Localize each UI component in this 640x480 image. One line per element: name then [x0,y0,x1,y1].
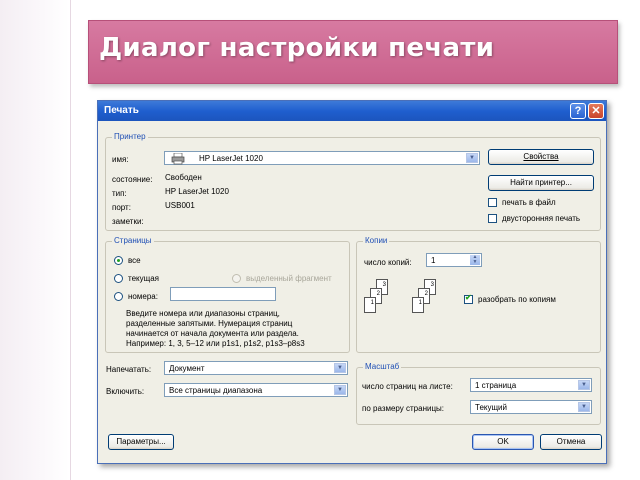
pages-per-sheet-value: 1 страница [475,381,517,390]
pages-numbers-label[interactable]: номера: [128,292,158,301]
pages-current-radio[interactable] [114,274,123,283]
chevron-down-icon[interactable]: ▼ [466,153,478,163]
spinner-arrows-icon[interactable]: ▲ ▼ [470,255,480,265]
pages-help-line-2: разделенные запятыми. Нумерация страниц [126,319,293,328]
chevron-down-icon[interactable]: ▼ [334,385,346,395]
ok-button-label: OK [497,437,509,446]
slide-title-box: Диалог настройки печати [88,20,618,84]
pages-group-legend: Страницы [112,236,154,245]
chevron-down-icon[interactable]: ▼ [334,363,346,373]
collate-sheet-1: 1 [364,297,376,313]
collate-sheet-1b: 1 [412,297,424,313]
scale-to-value: Текущий [475,403,507,412]
printer-port-value: USB001 [165,201,195,210]
zoom-group: Масштаб [356,362,601,425]
pages-help-line-1: Введите номера или диапазоны страниц, [126,309,280,318]
pages-current-label[interactable]: текущая [128,274,159,283]
print-to-file-label[interactable]: печать в файл [502,198,556,207]
properties-button-label: Свойства [523,152,559,161]
find-printer-button-label: Найти принтер... [510,178,572,187]
include-value: Все страницы диапазона [169,386,263,395]
printer-type-label: тип: [112,189,127,198]
printer-status-value: Свободен [165,173,202,182]
print-to-file-checkbox[interactable] [488,198,497,207]
pages-all-label[interactable]: все [128,256,141,265]
copies-count-value: 1 [431,256,436,265]
pages-selection-label[interactable]: выделенный фрагмент [246,274,332,283]
copies-group-legend: Копии [363,236,390,245]
printer-notes-label: заметки: [112,217,144,226]
scale-to-combo[interactable]: Текущий ▼ [470,400,592,414]
chevron-down-icon[interactable]: ▼ [578,380,590,390]
options-button[interactable]: Параметры... [108,434,174,450]
printer-name-combo[interactable]: HP LaserJet 1020 ▼ [164,151,480,165]
properties-button[interactable]: Свойства [488,149,594,165]
slide-left-decoration [0,0,70,480]
print-what-combo[interactable]: Документ ▼ [164,361,348,375]
dialog-titlebar[interactable]: Печать ? ✕ [98,101,606,121]
copies-count-label: число копий: [364,258,412,267]
cancel-button[interactable]: Отмена [540,434,602,450]
dialog-title: Печать [104,105,139,116]
cancel-button-label: Отмена [556,437,586,446]
close-button[interactable]: ✕ [588,103,604,119]
printer-port-label: порт: [112,203,131,212]
scale-to-label: по размеру страницы: [362,404,445,413]
options-button-label: Параметры... [116,437,166,446]
slide-title: Диалог настройки печати [99,33,495,63]
zoom-group-legend: Масштаб [363,362,402,371]
pages-per-sheet-label: число страниц на листе: [362,382,453,391]
copies-count-spinner[interactable]: 1 ▲ ▼ [426,253,482,267]
pages-help-line-3: начинается от начала документа или разде… [126,329,299,338]
chevron-down-icon[interactable]: ▼ [578,402,590,412]
collate-label[interactable]: разобрать по копиям [478,295,556,304]
checkmark-icon: ✔ [465,293,472,302]
duplex-label[interactable]: двусторонняя печать [502,214,580,223]
help-button[interactable]: ? [570,103,586,119]
duplex-checkbox[interactable] [488,214,497,223]
printer-group-legend: Принтер [112,132,148,141]
include-label: Включить: [106,387,145,396]
pages-all-radio[interactable] [114,256,123,265]
include-combo[interactable]: Все страницы диапазона ▼ [164,383,348,397]
print-what-label: Напечатать: [106,365,152,374]
printer-name-label: имя: [112,155,129,164]
slide-divider [70,0,71,480]
find-printer-button[interactable]: Найти принтер... [488,175,594,191]
pages-selection-radio[interactable] [232,274,241,283]
pages-numbers-radio[interactable] [114,292,123,301]
pages-help-line-4: Например: 1, 3, 5–12 или p1s1, p1s2, p1s… [126,339,305,348]
printer-type-value: HP LaserJet 1020 [165,187,229,196]
printer-status-label: состояние: [112,175,153,184]
print-dialog: Печать ? ✕ Принтер имя: HP LaserJet 1020… [97,100,607,464]
print-what-value: Документ [169,364,205,373]
printer-icon [171,153,185,165]
radio-selected-dot [117,259,120,262]
pages-per-sheet-combo[interactable]: 1 страница ▼ [470,378,592,392]
collate-checkbox[interactable]: ✔ [464,293,473,304]
ok-button[interactable]: OK [472,434,534,450]
printer-name-value: HP LaserJet 1020 [199,154,263,163]
pages-numbers-input[interactable] [170,287,276,301]
